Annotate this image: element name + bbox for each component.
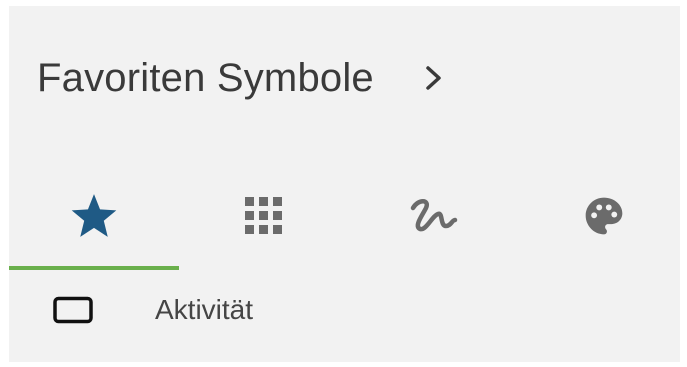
chevron-right-icon bbox=[422, 61, 446, 95]
tab-palette[interactable] bbox=[519, 166, 687, 266]
tab-grid[interactable] bbox=[179, 166, 349, 266]
list-item-aktivitaet[interactable]: Aktivität bbox=[9, 278, 680, 342]
favorite-symbols-panel: Favoriten Symbole Aktivität bbox=[9, 6, 680, 362]
tab-selected-indicator bbox=[9, 266, 179, 270]
list-item-label: Aktivität bbox=[155, 294, 254, 325]
rectangle-icon bbox=[53, 296, 93, 324]
tab-scribble[interactable] bbox=[349, 166, 519, 266]
palette-icon bbox=[585, 197, 623, 235]
favorites-header[interactable]: Favoriten Symbole bbox=[37, 48, 446, 108]
grid-icon bbox=[245, 197, 282, 234]
star-icon bbox=[71, 194, 117, 237]
header-title: Favoriten Symbole bbox=[37, 55, 374, 100]
tab-favorites[interactable] bbox=[9, 166, 179, 266]
scribble-icon bbox=[410, 199, 458, 232]
symbol-category-tabs bbox=[9, 166, 680, 270]
